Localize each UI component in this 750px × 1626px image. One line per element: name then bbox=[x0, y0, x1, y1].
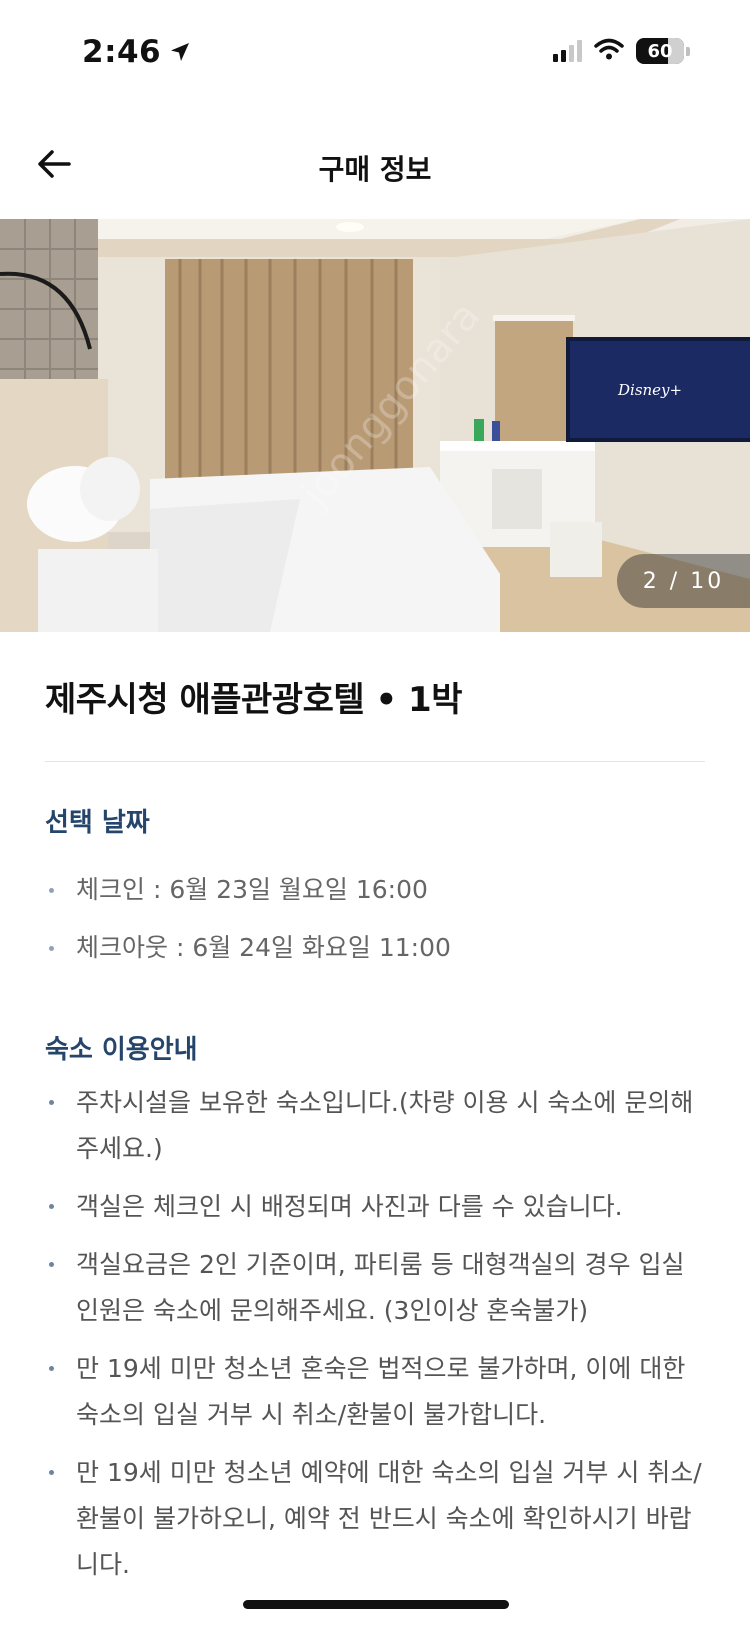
notice-item: 만 19세 미만 청소년 혼숙은 법적으로 불가하며, 이에 대한 숙소의 입실… bbox=[45, 1346, 705, 1438]
section-title-dates: 선택 날짜 bbox=[45, 808, 150, 838]
checkout-date: 체크아웃 : 6월 24일 화요일 11:00 bbox=[45, 919, 705, 977]
battery-percent: 60 bbox=[647, 40, 673, 62]
status-bar: 2:46 60 bbox=[0, 0, 750, 110]
section-title-info: 숙소 이용안내 bbox=[45, 1035, 198, 1065]
home-indicator[interactable] bbox=[243, 1600, 509, 1609]
dates-list: 체크인 : 6월 23일 월요일 16:00 체크아웃 : 6월 24일 화요일… bbox=[45, 861, 705, 977]
cellular-signal-icon bbox=[553, 40, 582, 62]
stay-info-section: 숙소 이용안내 주차시설을 보유한 숙소입니다.(차량 이용 시 숙소에 문의해… bbox=[45, 1029, 705, 1588]
hotel-title: 제주시청 애플관광호텔 • 1박 bbox=[45, 680, 462, 720]
purchase-info-content: 제주시청 애플관광호텔 • 1박 선택 날짜 체크인 : 6월 23일 월요일 … bbox=[45, 632, 705, 1600]
clock-text: 2:46 bbox=[82, 34, 162, 70]
notice-item: 객실요금은 2인 기준이며, 파티룸 등 대형객실의 경우 입실 인원은 숙소에… bbox=[45, 1242, 705, 1334]
battery-icon: 60 bbox=[636, 38, 690, 64]
checkin-date: 체크인 : 6월 23일 월요일 16:00 bbox=[45, 861, 705, 919]
page-title: 구매 정보 bbox=[318, 153, 432, 186]
notice-item: 객실은 체크인 시 배정되며 사진과 다를 수 있습니다. bbox=[45, 1184, 705, 1230]
notice-list: 주차시설을 보유한 숙소입니다.(차량 이용 시 숙소에 문의해 주세요.) 객… bbox=[45, 1080, 705, 1588]
status-time: 2:46 bbox=[82, 34, 191, 70]
photo-counter: 2 / 10 bbox=[617, 554, 750, 608]
divider bbox=[45, 761, 705, 762]
svg-text:Disney+: Disney+ bbox=[617, 381, 682, 399]
selected-dates-section: 선택 날짜 체크인 : 6월 23일 월요일 16:00 체크아웃 : 6월 2… bbox=[45, 802, 705, 977]
notice-item: 만 19세 미만 청소년 예약에 대한 숙소의 입실 거부 시 취소/환불이 불… bbox=[45, 1450, 705, 1588]
location-arrow-icon bbox=[169, 41, 191, 63]
hotel-photo-carousel[interactable]: Disney+ joonggonara 2 / 10 bbox=[0, 219, 750, 632]
wifi-icon bbox=[594, 38, 624, 64]
status-indicators: 60 bbox=[553, 38, 690, 64]
nav-header: 구매 정보 bbox=[0, 120, 750, 212]
notice-item: 주차시설을 보유한 숙소입니다.(차량 이용 시 숙소에 문의해 주세요.) bbox=[45, 1080, 705, 1172]
